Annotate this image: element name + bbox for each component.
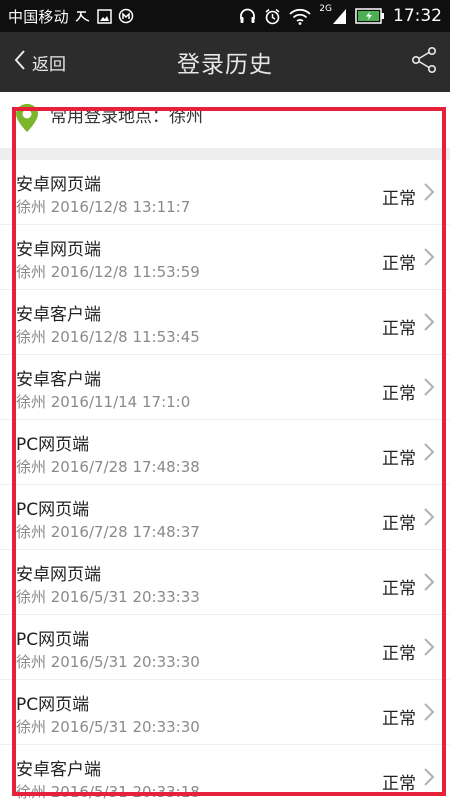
device-label: PC网页端 (16, 500, 90, 520)
list-item[interactable]: 安卓网页端 徐州 2016/12/8 11:53:59 正常 (0, 225, 450, 290)
login-detail: 徐州 2016/11/14 17:1:0 (16, 393, 191, 411)
device-label: PC网页端 (16, 630, 90, 650)
login-detail: 徐州 2016/5/31 20:33:30 (16, 718, 200, 736)
device-label: 安卓网页端 (16, 565, 101, 585)
status-label: 正常 (382, 449, 416, 469)
common-location-row: 常用登录地点：徐州 (0, 92, 450, 148)
alarm-icon (264, 8, 281, 25)
device-label: PC网页端 (16, 435, 90, 455)
list-item[interactable]: PC网页端 徐州 2016/7/28 17:48:37 正常 (0, 485, 450, 550)
chevron-right-icon (424, 313, 435, 331)
chat-icon (75, 9, 91, 23)
share-icon (410, 46, 438, 78)
back-button[interactable]: 返回 (14, 32, 66, 92)
status-label: 正常 (382, 774, 416, 794)
status-bar: 中国移动 2G 17:32 (0, 0, 450, 32)
list-item[interactable]: PC网页端 徐州 2016/5/31 20:33:30 正常 (0, 615, 450, 680)
login-detail: 徐州 2016/5/31 20:33:30 (16, 653, 200, 671)
login-history-list: 安卓网页端 徐州 2016/12/8 13:11:7 正常 安卓网页端 徐州 2… (0, 160, 450, 800)
device-label: PC网页端 (16, 695, 90, 715)
chevron-right-icon (424, 378, 435, 396)
list-item[interactable]: 安卓客户端 徐州 2016/11/14 17:1:0 正常 (0, 355, 450, 420)
headphones-icon (239, 8, 256, 24)
share-button[interactable] (408, 46, 440, 78)
status-label: 正常 (382, 384, 416, 404)
back-label: 返回 (32, 54, 66, 75)
battery-icon (355, 8, 385, 24)
image-icon (97, 8, 112, 24)
section-divider (0, 148, 450, 160)
chevron-right-icon (424, 183, 435, 201)
network-type-label: 2G (319, 4, 332, 14)
login-detail: 徐州 2016/5/31 20:33:18 (16, 783, 200, 800)
list-item[interactable]: PC网页端 徐州 2016/5/31 20:33:30 正常 (0, 680, 450, 745)
list-item[interactable]: 安卓客户端 徐州 2016/5/31 20:33:18 正常 (0, 745, 450, 800)
status-label: 正常 (382, 254, 416, 274)
status-label: 正常 (382, 644, 416, 664)
common-location-label: 常用登录地点：徐州 (50, 106, 203, 127)
status-label: 正常 (382, 579, 416, 599)
chevron-right-icon (424, 248, 435, 266)
status-right: 2G 17:32 (239, 4, 442, 26)
chevron-right-icon (424, 703, 435, 721)
device-label: 安卓客户端 (16, 305, 101, 325)
status-label: 正常 (382, 189, 416, 209)
status-label: 正常 (382, 514, 416, 534)
list-item[interactable]: 安卓客户端 徐州 2016/12/8 11:53:45 正常 (0, 290, 450, 355)
login-detail: 徐州 2016/5/31 20:33:33 (16, 588, 200, 606)
device-label: 安卓客户端 (16, 760, 101, 780)
status-label: 正常 (382, 709, 416, 729)
page-title: 登录历史 (177, 52, 273, 78)
nav-bar: 登录历史 返回 (0, 32, 450, 92)
signal-icon: 2G (319, 4, 347, 25)
wifi-icon (289, 8, 311, 25)
clock-time: 17:32 (393, 6, 442, 26)
location-pin-icon (14, 103, 40, 137)
list-item[interactable]: PC网页端 徐州 2016/7/28 17:48:38 正常 (0, 420, 450, 485)
status-left: 中国移动 (8, 6, 134, 27)
content-area: 常用登录地点：徐州 安卓网页端 徐州 2016/12/8 13:11:7 正常 … (0, 92, 450, 800)
list-item[interactable]: 安卓网页端 徐州 2016/12/8 13:11:7 正常 (0, 160, 450, 225)
login-detail: 徐州 2016/12/8 11:53:45 (16, 328, 200, 346)
login-detail: 徐州 2016/12/8 11:53:59 (16, 263, 200, 281)
list-item[interactable]: 安卓网页端 徐州 2016/5/31 20:33:33 正常 (0, 550, 450, 615)
chevron-right-icon (424, 508, 435, 526)
chevron-right-icon (424, 573, 435, 591)
device-label: 安卓网页端 (16, 175, 101, 195)
device-label: 安卓网页端 (16, 240, 101, 260)
chevron-left-icon (14, 49, 26, 76)
login-detail: 徐州 2016/12/8 13:11:7 (16, 198, 191, 216)
notification-icon (118, 8, 134, 24)
login-detail: 徐州 2016/7/28 17:48:38 (16, 458, 200, 476)
chevron-right-icon (424, 638, 435, 656)
chevron-right-icon (424, 443, 435, 461)
carrier-name: 中国移动 (8, 7, 69, 26)
status-label: 正常 (382, 319, 416, 339)
device-label: 安卓客户端 (16, 370, 101, 390)
login-detail: 徐州 2016/7/28 17:48:37 (16, 523, 200, 541)
chevron-right-icon (424, 768, 435, 786)
